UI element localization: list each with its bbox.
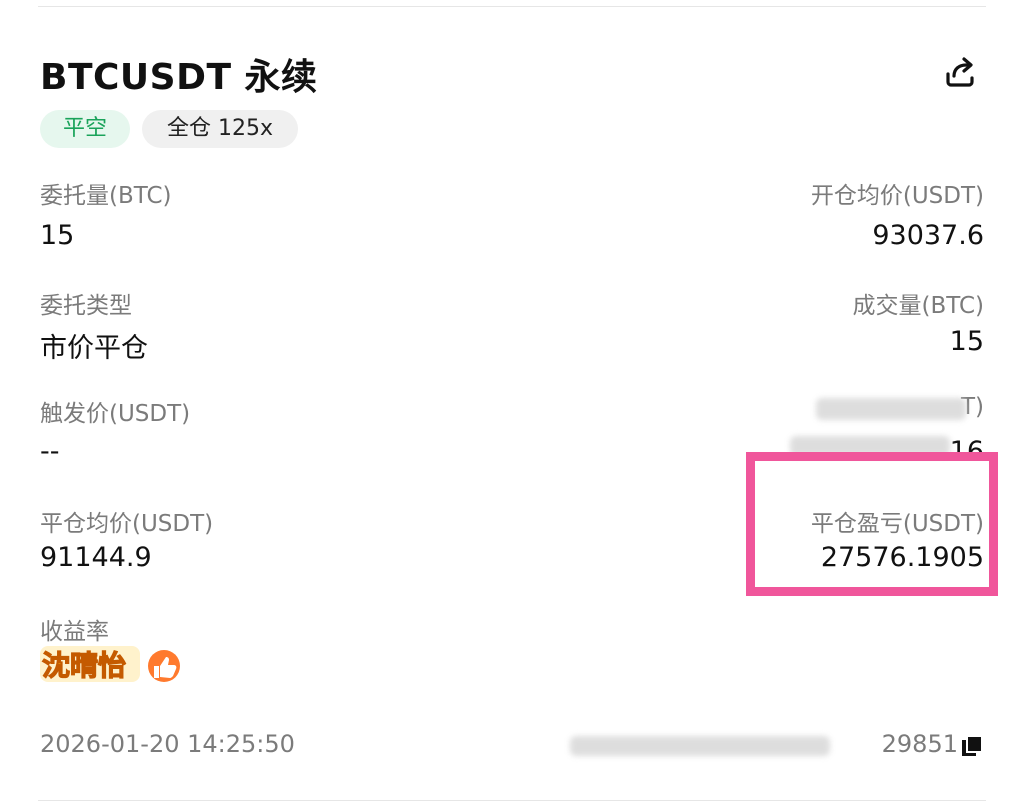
contract-title: BTCUSDT 永续 [40, 57, 318, 98]
margin-mode-tag: 全仓 125x [142, 110, 298, 148]
open-avg-label: 开仓均价(USDT) [810, 183, 984, 209]
order-qty-label: 委托量(BTC) [40, 183, 172, 209]
filled-qty-value: 15 [949, 326, 984, 357]
top-divider [38, 6, 986, 7]
side-tag: 平空 [40, 110, 130, 148]
close-avg-label: 平仓均价(USDT) [40, 511, 214, 537]
order-id: 29851 [881, 730, 958, 758]
close-avg-value: 91144.9 [40, 542, 152, 573]
trigger-price-label: 触发价(USDT) [40, 401, 191, 427]
order-type-value: 市价平仓 [40, 333, 148, 364]
order-id-redaction [570, 736, 830, 756]
pnl-highlight-box [746, 452, 998, 596]
thumbs-up-icon [148, 650, 180, 682]
order-type-label: 委托类型 [40, 293, 132, 319]
filled-qty-label: 成交量(BTC) [852, 293, 985, 319]
share-icon[interactable] [942, 54, 978, 90]
copy-icon[interactable] [960, 734, 984, 758]
trigger-price-value: -- [40, 436, 60, 467]
order-timestamp: 2026-01-20 14:25:50 [40, 730, 295, 758]
name-sticker: 沈晴怡 [40, 646, 180, 683]
fee-label-redaction [816, 398, 966, 420]
bottom-divider [38, 800, 986, 801]
sticker-text: 沈晴怡 [42, 649, 126, 682]
order-qty-value: 15 [40, 220, 75, 251]
open-avg-value: 93037.6 [872, 220, 984, 251]
